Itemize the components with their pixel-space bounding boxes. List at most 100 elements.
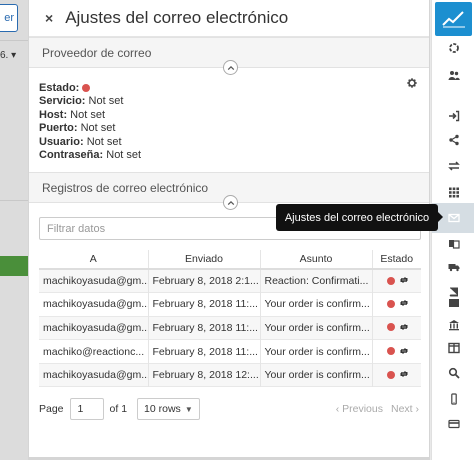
language-icon-glyph <box>448 240 460 249</box>
field-label: Puerto: <box>39 122 78 135</box>
status-dot-icon <box>82 83 91 92</box>
app-screen: er 6. ▾ × Ajustes del correo electrónico… <box>0 0 474 460</box>
users-icon[interactable] <box>432 66 474 84</box>
table-row[interactable]: machikoyasuda@gm... February 8, 2018 2:1… <box>39 269 421 293</box>
credit-card-icon[interactable] <box>432 415 474 433</box>
background-app: er 6. ▾ <box>0 0 28 460</box>
pagination: Page of 1 10 rows ▼ ‹ Previous Next › <box>39 397 419 421</box>
retry-icon[interactable] <box>399 322 409 332</box>
provider-field: Contraseña: Not set <box>39 149 419 162</box>
background-green-bar <box>0 256 28 276</box>
table-header-row: A Enviado Asunto Estado <box>39 250 421 270</box>
truck-icon[interactable] <box>432 258 474 276</box>
column-header-sent[interactable]: Enviado <box>148 250 261 270</box>
share-icon[interactable] <box>432 131 474 149</box>
sign-in-icon-glyph <box>448 110 459 122</box>
provider-section-header[interactable]: Proveedor de correo <box>29 37 429 75</box>
bank-icon-glyph <box>448 320 459 331</box>
mobile-icon[interactable] <box>432 390 474 408</box>
admin-sidebar <box>431 0 474 460</box>
field-label: Usuario: <box>39 135 84 148</box>
logo-chart-icon[interactable] <box>435 2 472 36</box>
field-label: Servicio: <box>39 95 86 108</box>
credit-card-icon-glyph <box>447 419 460 429</box>
status-dot-icon <box>387 276 396 285</box>
retry-icon[interactable] <box>399 275 409 285</box>
cell-sent: February 8, 2018 11:... <box>148 292 261 317</box>
pager-nav: ‹ Previous Next › <box>336 403 419 415</box>
cell-subject: Your order is confirm... <box>260 316 373 340</box>
gear-icon[interactable] <box>407 78 417 88</box>
field-value: Not set <box>70 108 106 121</box>
table-row[interactable]: machikoyasuda@gm... February 8, 2018 11:… <box>39 316 421 340</box>
logs-section-title: Registros de correo electrónico <box>42 180 209 195</box>
cell-status <box>372 363 421 387</box>
background-divider <box>0 200 28 201</box>
cell-status <box>372 269 421 293</box>
language-icon[interactable] <box>432 235 474 253</box>
cell-subject: Your order is confirm... <box>260 292 373 317</box>
sign-in-icon[interactable] <box>432 107 474 125</box>
page-label: Page <box>39 403 64 416</box>
cell-sent: February 8, 2018 2:1... <box>148 269 261 293</box>
field-value: Not set <box>86 135 122 148</box>
field-value: Not set <box>80 122 116 135</box>
field-label: Contraseña: <box>39 149 104 162</box>
cell-to: machikoyasuda@gm... <box>39 363 149 387</box>
table-row[interactable]: machiko@reactionc... February 8, 2018 11… <box>39 339 421 364</box>
logs-section-header[interactable]: Registros de correo electrónico <box>29 172 429 210</box>
bank-icon[interactable] <box>432 316 474 334</box>
previous-page-button[interactable]: ‹ Previous <box>336 403 383 415</box>
grid-icon[interactable] <box>432 183 474 201</box>
mobile-icon-glyph <box>450 393 457 405</box>
columns-icon[interactable] <box>432 339 474 357</box>
retry-icon[interactable] <box>399 298 409 308</box>
close-icon[interactable]: × <box>45 10 53 26</box>
cell-subject: Your order is confirm... <box>260 363 373 387</box>
box-icon[interactable] <box>432 294 474 312</box>
cell-to: machikoyasuda@gm... <box>39 292 149 317</box>
status-label: Estado: <box>39 82 80 94</box>
share-icon-glyph <box>448 134 459 146</box>
grid-icon-glyph <box>448 187 459 198</box>
next-page-button[interactable]: Next › <box>391 403 419 415</box>
status-dot-icon <box>387 299 396 308</box>
page-total-label: of 1 <box>109 403 128 416</box>
background-button[interactable]: er <box>0 4 18 32</box>
exchange-icon-glyph <box>447 161 460 171</box>
column-header-subject[interactable]: Asunto <box>260 250 373 270</box>
caret-down-icon: ▼ <box>184 404 193 414</box>
field-value: Not set <box>88 95 124 108</box>
provider-details: Estado: Servicio: Not set Host: Not set … <box>29 68 429 172</box>
box-icon-glyph <box>448 299 459 307</box>
sidebar-tooltip: Ajustes del correo electrónico <box>276 204 443 231</box>
email-logs-table: A Enviado Asunto Estado machikoyasuda@gm… <box>39 250 421 387</box>
circle-notch-icon-glyph <box>448 43 459 53</box>
users-icon-glyph <box>448 71 460 80</box>
collapse-provider-button[interactable] <box>223 60 238 75</box>
column-header-to[interactable]: A <box>39 250 149 270</box>
status-dot-icon <box>387 370 396 379</box>
retry-icon[interactable] <box>399 346 409 356</box>
circle-notch-icon[interactable] <box>432 39 474 57</box>
cell-status <box>372 293 421 317</box>
background-select[interactable]: 6. ▾ <box>0 50 16 61</box>
rows-per-page-select[interactable]: 10 rows ▼ <box>137 398 200 421</box>
collapse-logs-button[interactable] <box>223 195 238 210</box>
exchange-icon[interactable] <box>432 157 474 175</box>
page-number-input[interactable] <box>69 398 104 421</box>
cell-status <box>372 340 421 364</box>
provider-field: Usuario: Not set <box>39 136 419 149</box>
search-icon[interactable] <box>432 364 474 382</box>
cell-sent: February 8, 2018 11:... <box>148 339 261 364</box>
envelope-icon-glyph <box>447 213 460 223</box>
cell-to: machiko@reactionc... <box>39 339 149 364</box>
table-row[interactable]: machikoyasuda@gm... February 8, 2018 11:… <box>39 292 421 317</box>
retry-icon[interactable] <box>399 369 409 379</box>
columns-icon-glyph <box>447 342 460 354</box>
status-dot-icon <box>387 323 396 332</box>
cell-to: machikoyasuda@gm... <box>39 316 149 340</box>
background-divider <box>0 40 28 41</box>
table-row[interactable]: machikoyasuda@gm... February 8, 2018 12:… <box>39 363 421 387</box>
column-header-status[interactable]: Estado <box>372 250 421 270</box>
